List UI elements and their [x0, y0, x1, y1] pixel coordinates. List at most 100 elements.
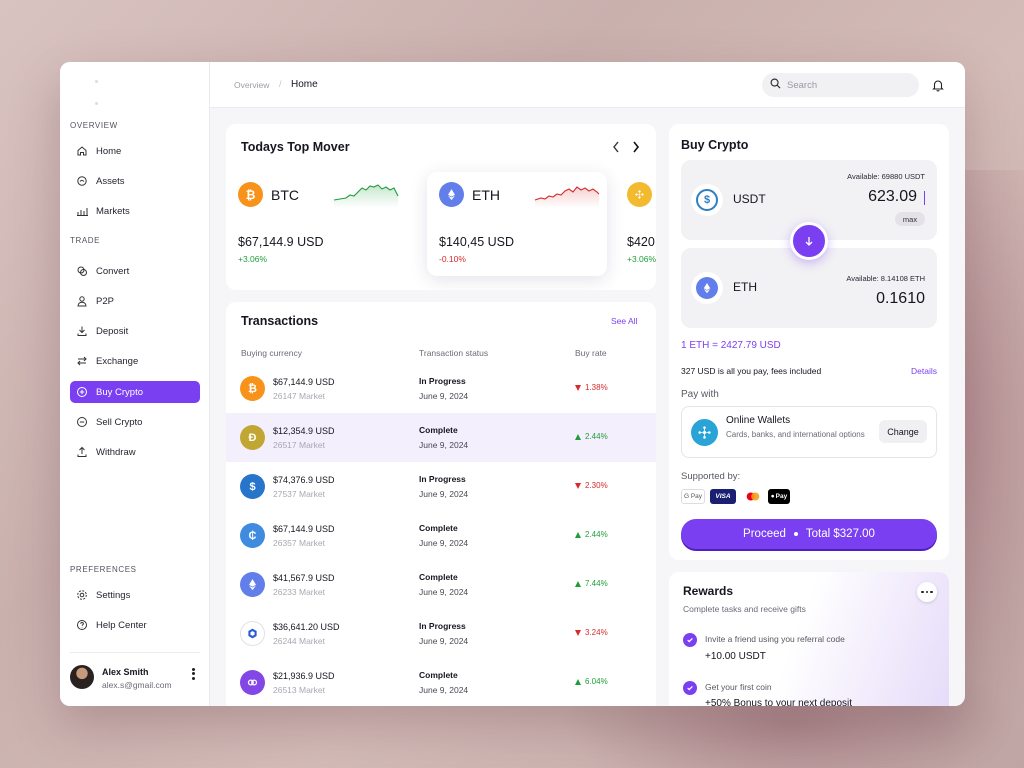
mover-card-eth[interactable]: ETH $140,45 USD -0.10%: [427, 172, 607, 276]
table-row[interactable]: ₿ $67,144.9 USD 26147 Market In Progress…: [226, 364, 656, 413]
table-row[interactable]: $ $74,376.9 USD 27537 Market In Progress…: [226, 462, 656, 511]
sidebar-item-label: Deposit: [96, 325, 129, 337]
ethereum-icon: [240, 572, 265, 597]
sidebar-item-convert[interactable]: Convert: [70, 260, 200, 282]
tx-rate: 6.04%: [575, 677, 608, 686]
separator-dot: [793, 532, 798, 536]
details-link[interactable]: Details: [911, 366, 937, 376]
sidebar-item-label: P2P: [96, 295, 114, 307]
coin-change: +3.06%: [238, 254, 268, 264]
user-email: alex.s@gmail.com: [102, 680, 172, 690]
tx-status: Complete: [419, 572, 458, 582]
buy-crypto-card: Buy Crypto $ USDT Available: 69880 USDT …: [669, 124, 949, 560]
mastercard-icon: [741, 489, 765, 504]
triangle-up-icon: [575, 531, 581, 538]
table-row[interactable]: $36,641.20 USD 26244 Market In Progress …: [226, 609, 656, 658]
more-options-icon[interactable]: [917, 582, 937, 602]
mover-card-btc[interactable]: ₿ BTC $67,144.9 USD +3.06%: [226, 172, 406, 276]
gear-icon: [76, 589, 88, 601]
wallet-network-icon: [691, 419, 718, 446]
text-cursor: [923, 191, 925, 205]
breadcrumb-overview[interactable]: Overview: [234, 80, 269, 90]
tx-market: 26517 Market: [273, 440, 325, 450]
column-header-buying-currency: Buying currency: [241, 348, 302, 358]
from-currency: USDT: [733, 192, 766, 206]
tx-rate-value: 1.38%: [585, 383, 608, 392]
triangle-down-icon: [575, 384, 581, 391]
tx-rate-value: 3.24%: [585, 628, 608, 637]
sidebar-item-home[interactable]: Home: [70, 140, 200, 162]
coin-price: $420: [627, 235, 655, 249]
withdraw-icon: [76, 446, 88, 458]
swap-direction-button[interactable]: [790, 222, 828, 260]
chevron-left-icon[interactable]: [611, 140, 621, 154]
change-button[interactable]: Change: [879, 420, 927, 443]
wallet-subtitle: Cards, banks, and international options: [726, 430, 865, 439]
triangle-up-icon: [575, 580, 581, 587]
search-box[interactable]: [762, 73, 919, 97]
fee-note: 327 USD is all you pay, fees included: [681, 366, 822, 376]
sidebar-item-buy-crypto[interactable]: Buy Crypto: [70, 381, 200, 403]
bnb-icon: [627, 182, 652, 207]
total-label: Total $327.00: [805, 528, 875, 540]
tx-market: 26147 Market: [273, 391, 325, 401]
breadcrumb-home: Home: [291, 79, 318, 90]
table-row[interactable]: Ð $12,354.9 USD 26517 Market Complete Ju…: [226, 413, 656, 462]
sidebar-item-markets[interactable]: Markets: [70, 200, 200, 222]
search-input[interactable]: [787, 79, 897, 91]
bell-icon[interactable]: [931, 78, 945, 92]
sidebar-item-assets[interactable]: Assets: [70, 170, 200, 192]
proceed-button[interactable]: Proceed Total $327.00: [681, 519, 937, 549]
coin-price: $140,45 USD: [439, 235, 515, 249]
ethereum-icon: [691, 272, 723, 304]
sidebar-item-sell-crypto[interactable]: Sell Crypto: [70, 411, 200, 433]
avatar[interactable]: [70, 665, 94, 689]
table-row[interactable]: $41,567.9 USD 26233 Market Complete June…: [226, 560, 656, 609]
table-row[interactable]: ₵ $67,144.9 USD 26357 Market Complete Ju…: [226, 511, 656, 560]
tx-date: June 9, 2024: [419, 440, 469, 450]
polygon-icon: [240, 670, 265, 695]
swap-to-box[interactable]: ETH Available: 8.14108 ETH 0.1610: [681, 248, 937, 328]
tx-amount: $67,144.9 USD: [273, 524, 335, 534]
chevron-right-icon[interactable]: [631, 140, 641, 154]
sidebar-item-deposit[interactable]: Deposit: [70, 320, 200, 342]
tx-status: Complete: [419, 523, 458, 533]
tx-market: 26244 Market: [273, 636, 325, 646]
topbar: Overview / Home: [210, 62, 965, 108]
payment-method-box[interactable]: Online Wallets Cards, banks, and interna…: [681, 406, 937, 458]
tx-amount: $41,567.9 USD: [273, 573, 335, 583]
tx-market: 26513 Market: [273, 685, 325, 695]
tx-status: In Progress: [419, 376, 466, 386]
tx-date: June 9, 2024: [419, 489, 469, 499]
sidebar-item-p2p[interactable]: P2P: [70, 290, 200, 312]
carousel-arrows: [611, 140, 641, 154]
tx-status: In Progress: [419, 474, 466, 484]
divider: [70, 652, 200, 653]
tx-rate: 1.38%: [575, 383, 608, 392]
coin-symbol: ETH: [472, 187, 500, 203]
wallet-title: Online Wallets: [726, 415, 791, 426]
table-row[interactable]: $21,936.9 USD 26513 Market Complete June…: [226, 658, 656, 706]
logo: [90, 76, 104, 106]
sidebar-item-withdraw[interactable]: Withdraw: [70, 441, 200, 463]
max-button[interactable]: max: [895, 212, 925, 226]
sidebar-item-label: Help Center: [96, 619, 147, 631]
tx-rate: 2.30%: [575, 481, 608, 490]
transactions-card: Transactions See All Buying currency Tra…: [226, 302, 656, 706]
sidebar: OVERVIEW Home Assets Markets TRADE Conve…: [60, 62, 210, 706]
tx-rate-value: 6.04%: [585, 677, 608, 686]
sidebar-item-help-center[interactable]: Help Center: [70, 614, 200, 636]
see-all-link[interactable]: See All: [611, 316, 637, 326]
sidebar-item-settings[interactable]: Settings: [70, 584, 200, 606]
user-menu-icon[interactable]: [188, 666, 198, 684]
from-amount-input[interactable]: 623.09: [868, 188, 917, 206]
check-icon: [683, 681, 697, 695]
rewards-title: Rewards: [683, 584, 734, 598]
coin-icon: ₵: [240, 523, 265, 548]
tx-amount: $21,936.9 USD: [273, 671, 335, 681]
sidebar-item-exchange[interactable]: Exchange: [70, 350, 200, 372]
tx-market: 26233 Market: [273, 587, 325, 597]
buy-crypto-title: Buy Crypto: [681, 138, 749, 152]
mover-card-bnb[interactable]: $420 +3.06%: [615, 172, 656, 276]
bitcoin-icon: ₿: [240, 376, 265, 401]
